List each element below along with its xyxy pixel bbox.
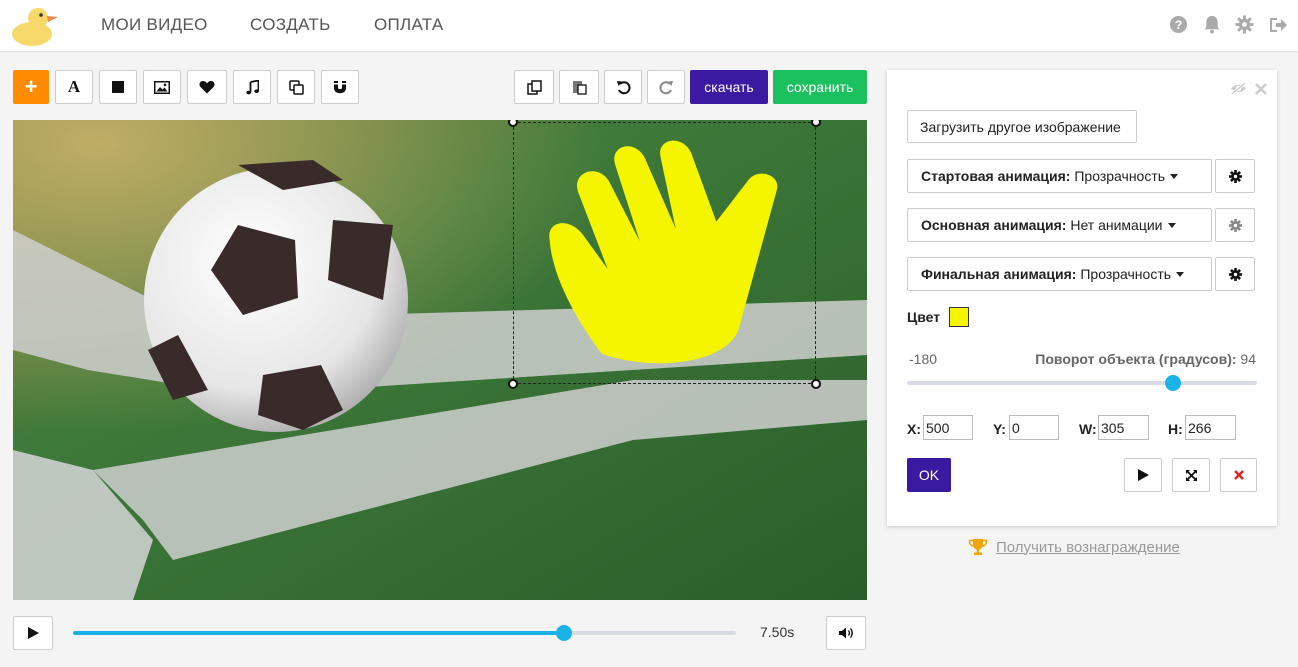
chevron-down-icon: [1167, 222, 1176, 228]
y-input[interactable]: [1009, 415, 1059, 440]
gear-icon: [1228, 267, 1242, 281]
start-animation-label: Стартовая анимация:: [921, 168, 1071, 184]
y-label: Y:: [993, 421, 1006, 437]
gear-icon[interactable]: [1234, 14, 1255, 35]
reward-label: Получить вознаграждение: [996, 538, 1180, 556]
start-animation-value: Прозрачность: [1074, 168, 1166, 184]
start-animation-select[interactable]: Стартовая анимация: Прозрачность: [907, 159, 1212, 193]
main-animation-value: Нет анимации: [1070, 217, 1163, 233]
resize-handle-bottom-left[interactable]: [508, 379, 518, 389]
properties-panel: Загрузить другое изображение Стартовая а…: [887, 70, 1277, 526]
close-panel-icon[interactable]: [1255, 82, 1267, 100]
close-icon: [1233, 470, 1244, 480]
w-input[interactable]: [1098, 415, 1149, 440]
bell-icon[interactable]: [1201, 14, 1222, 35]
nav-create[interactable]: СОЗДАТЬ: [250, 15, 331, 35]
preview-play-button[interactable]: [1124, 458, 1162, 492]
h-input[interactable]: [1185, 415, 1236, 440]
text-tool-button[interactable]: A: [55, 70, 93, 104]
duplicate-button[interactable]: [514, 70, 554, 104]
upload-image-button[interactable]: Загрузить другое изображение: [907, 110, 1137, 143]
final-animation-value: Прозрачность: [1080, 266, 1172, 282]
gear-icon: [1228, 218, 1242, 232]
h-label: H:: [1168, 421, 1183, 437]
undo-button[interactable]: [604, 70, 642, 104]
final-animation-select[interactable]: Финальная анимация: Прозрачность: [907, 257, 1212, 291]
play-icon: [1137, 469, 1149, 481]
music-icon: [245, 79, 259, 94]
square-icon: [112, 81, 124, 93]
volume-icon: [838, 627, 853, 639]
text-icon: A: [67, 77, 81, 96]
main-animation-select[interactable]: Основная анимация: Нет анимации: [907, 208, 1212, 242]
play-icon: [27, 627, 39, 639]
main-animation-settings-button[interactable]: [1215, 208, 1255, 242]
image-tool-button[interactable]: [143, 70, 181, 104]
x-label: X:: [907, 421, 921, 437]
music-tool-button[interactable]: [233, 70, 271, 104]
rotation-thumb[interactable]: [1165, 375, 1182, 391]
save-button[interactable]: сохранить: [773, 70, 867, 104]
redo-button[interactable]: [647, 70, 685, 104]
rotation-value: 94: [1240, 351, 1256, 367]
trophy-icon: [968, 539, 988, 555]
ok-button[interactable]: OK: [907, 458, 951, 492]
undo-icon: [616, 80, 631, 94]
timeline-slider[interactable]: [73, 625, 736, 641]
hand-icon[interactable]: [514, 123, 817, 385]
download-button[interactable]: скачать: [690, 70, 768, 104]
color-swatch[interactable]: [949, 307, 969, 327]
svg-text:?: ?: [1175, 18, 1183, 32]
nav-payment[interactable]: ОПЛАТА: [374, 15, 444, 35]
nav-my-videos[interactable]: МОИ ВИДЕО: [101, 15, 208, 35]
timeline-thumb[interactable]: [555, 625, 572, 641]
current-time: 7.50s: [760, 624, 795, 640]
eye-slash-icon[interactable]: [1230, 82, 1247, 100]
final-animation-settings-button[interactable]: [1215, 257, 1255, 291]
selection-box[interactable]: [508, 120, 821, 389]
copy-icon: [288, 79, 304, 95]
video-canvas[interactable]: [13, 120, 867, 600]
chevron-down-icon: [1170, 173, 1179, 179]
final-animation-label: Финальная анимация:: [921, 266, 1077, 282]
paste-icon: [572, 81, 587, 95]
redo-icon: [658, 80, 673, 94]
resize-handle-bottom-right[interactable]: [811, 379, 821, 389]
gear-icon: [1228, 169, 1242, 183]
fit-button[interactable]: [1172, 458, 1210, 492]
add-button[interactable]: +: [13, 70, 49, 104]
rotation-label: Поворот объекта (градусов):: [1035, 351, 1237, 367]
logout-icon[interactable]: [1267, 14, 1288, 35]
delete-object-button[interactable]: [1220, 458, 1257, 492]
top-navbar: МОИ ВИДЕО СОЗДАТЬ ОПЛАТА ?: [0, 0, 1298, 52]
main-animation-label: Основная анимация:: [921, 217, 1067, 233]
paste-button[interactable]: [559, 70, 599, 104]
x-input[interactable]: [923, 415, 973, 440]
heart-icon: [199, 81, 215, 94]
magnet-tool-button[interactable]: [321, 70, 359, 104]
rotation-header: Поворот объекта (градусов): 94: [1035, 351, 1256, 367]
duplicate-icon: [526, 79, 542, 95]
w-label: W:: [1079, 421, 1097, 437]
help-icon[interactable]: ?: [1168, 14, 1189, 35]
image-icon: [154, 80, 170, 94]
chevron-down-icon: [1176, 271, 1185, 277]
nav-actions: ?: [1168, 14, 1288, 35]
reward-link[interactable]: Получить вознаграждение: [968, 538, 1180, 556]
play-button[interactable]: [13, 616, 53, 650]
timeline-progress: [73, 631, 564, 635]
rotation-slider[interactable]: [907, 375, 1257, 391]
rotation-min-label: -180: [909, 351, 938, 367]
magnet-icon: [334, 80, 346, 93]
volume-button[interactable]: [826, 616, 866, 650]
color-label: Цвет: [907, 309, 941, 325]
sticker-tool-button[interactable]: [187, 70, 227, 104]
layers-tool-button[interactable]: [277, 70, 315, 104]
duck-logo[interactable]: [10, 4, 62, 48]
expand-icon: [1185, 469, 1197, 481]
shape-tool-button[interactable]: [99, 70, 137, 104]
start-animation-settings-button[interactable]: [1215, 159, 1255, 193]
